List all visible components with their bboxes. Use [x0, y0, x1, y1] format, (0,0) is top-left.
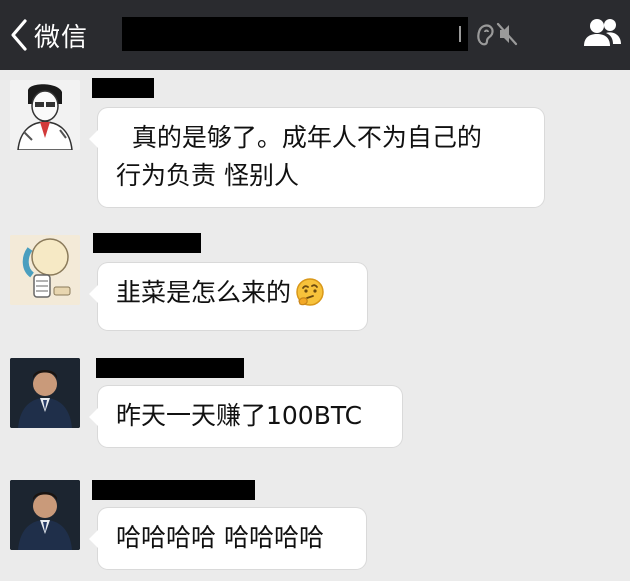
cartoon-skeleton-avatar[interactable]: [10, 235, 80, 305]
mute-earpiece-icon: [477, 22, 518, 46]
message-text: 韭菜是怎么来的: [116, 278, 292, 307]
back-button[interactable]: 微信: [8, 13, 88, 57]
nav-bar: 微信: [0, 0, 630, 70]
group-members-icon[interactable]: [582, 16, 624, 50]
man-in-suit-avatar[interactable]: [10, 480, 80, 550]
title-separator: [459, 26, 461, 42]
thinking-face-emoji: [295, 277, 325, 318]
message-text: 真的是够了。成年人不为自己的 行为负责 怪别人: [116, 123, 482, 190]
chevron-left-icon: [11, 19, 27, 51]
message-bubble[interactable]: 韭菜是怎么来的: [89, 263, 367, 330]
message-bubble[interactable]: 真的是够了。成年人不为自己的 行为负责 怪别人: [89, 108, 544, 207]
sender-name-redacted: [92, 78, 154, 98]
chat-message-list[interactable]: 真的是够了。成年人不为自己的 行为负责 怪别人 韭菜是怎么来的 昨天一天赚了10…: [0, 70, 630, 581]
sender-name-redacted: [96, 358, 244, 378]
back-label: 微信: [34, 22, 89, 53]
chat-title-redacted: [122, 17, 468, 51]
sketch-person-avatar[interactable]: [10, 80, 80, 150]
message-bubble[interactable]: 昨天一天赚了100BTC: [89, 386, 402, 447]
man-in-suit-avatar[interactable]: [10, 358, 80, 428]
message-text: 哈哈哈哈 哈哈哈哈: [116, 523, 324, 552]
sender-name-redacted: [93, 233, 201, 253]
message-text: 昨天一天赚了100BTC: [116, 401, 363, 430]
sender-name-redacted: [92, 480, 255, 500]
message-bubble[interactable]: 哈哈哈哈 哈哈哈哈: [89, 508, 366, 569]
